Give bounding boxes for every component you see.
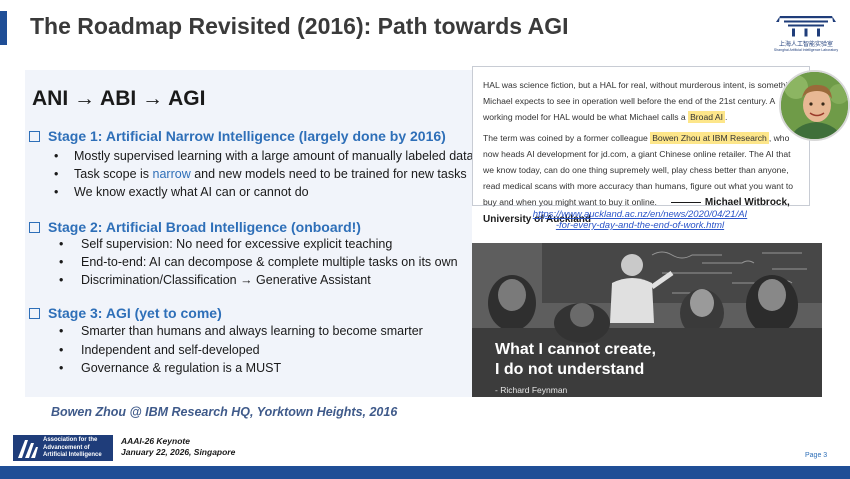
checkbox-bullet-icon: [29, 307, 40, 319]
stage-3-bullet: Independent and self-developed: [59, 343, 260, 357]
narrow-highlight: narrow: [152, 167, 191, 181]
stage-1-bullet: Task scope is narrow and new models need…: [54, 167, 467, 181]
feynman-photo: What I cannot create, I do not understan…: [472, 243, 822, 397]
slide-title: The Roadmap Revisited (2016): Path towar…: [30, 13, 569, 39]
shanghai-ai-lab-logo: 上海人工智能实验室 Shanghai Artificial Intelligen…: [770, 13, 842, 61]
checkbox-bullet-icon: [29, 130, 40, 142]
aaai-mark-icon: [18, 440, 38, 458]
checkbox-bullet-icon: [29, 221, 40, 233]
roadmap-heading: ANI → ABI → AGI: [32, 87, 206, 110]
aaai-logo: Association for the Advancement of Artif…: [13, 435, 113, 461]
stage-1-bullet: Mostly supervised learning with a large …: [54, 149, 474, 163]
feynman-quote-line-2: I do not understand: [495, 361, 645, 378]
title-accent-bar: [0, 11, 7, 45]
stage-1-title: Stage 1: Artificial Narrow Intelligence …: [29, 128, 446, 144]
article-quote-box: HAL was science fiction, but a HAL for r…: [472, 66, 810, 225]
footer-bar: [0, 466, 850, 479]
stage-2-bullet: Self supervision: No need for excessive …: [59, 237, 392, 251]
stage-3-bullet: Governance & regulation is a MUST: [59, 361, 281, 375]
stage-1-bullet: We know exactly what AI can or cannot do: [54, 185, 309, 199]
broad-ai-highlight: Broad AI: [688, 111, 726, 123]
event-info: AAAI-26 Keynote January 22, 2026, Singap…: [121, 436, 236, 457]
feynman-quote-line-1: What I cannot create,: [495, 341, 656, 358]
stage-2-title: Stage 2: Artificial Broad Intelligence (…: [29, 219, 361, 235]
stage-2-bullet: Discrimination/Classification → Generati…: [59, 273, 371, 287]
bowen-zhou-highlight: Bowen Zhou at IBM Research: [650, 132, 769, 144]
quote-paragraph: HAL was science fiction, but a HAL for r…: [483, 80, 798, 123]
stage-3-bullet: Smarter than humans and always learning …: [59, 324, 423, 338]
article-link[interactable]: https://www.auckland.ac.nz/en/news/2020/…: [500, 209, 780, 231]
page-number: Page 3: [805, 452, 828, 459]
slide-caption: Bowen Zhou @ IBM Research HQ, Yorktown H…: [51, 405, 398, 419]
stage-2-bullet: End-to-end: AI can decompose & complete …: [59, 255, 458, 269]
avatar: [779, 70, 850, 141]
stage-3-title: Stage 3: AGI (yet to come): [29, 305, 222, 321]
feynman-attribution: - Richard Feynman: [495, 385, 568, 395]
